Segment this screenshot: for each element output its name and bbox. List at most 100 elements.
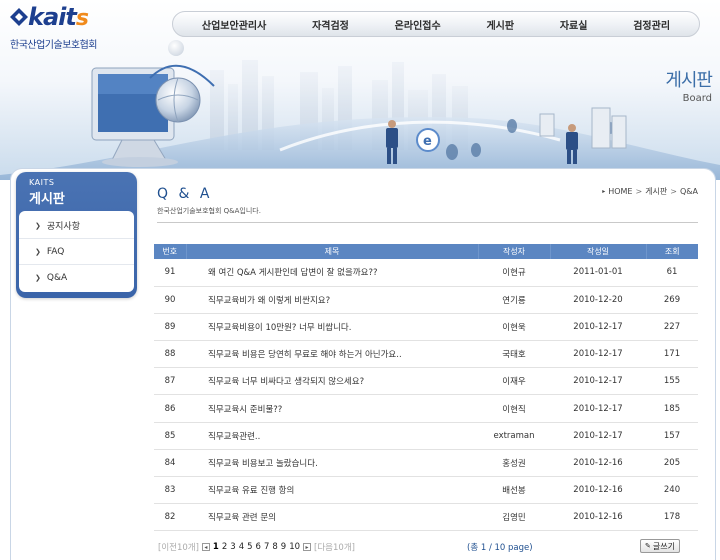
section-title: Q & A: [157, 186, 213, 202]
cell-number: 88: [154, 340, 186, 369]
page-link-7[interactable]: 7: [264, 542, 269, 552]
sidebar-item-label: Q&A: [46, 273, 68, 283]
breadcrumb: ▸ HOME > 게시판 > Q&A: [602, 186, 698, 197]
breadcrumb-home[interactable]: HOME: [608, 187, 632, 196]
cell-author: 국태호: [478, 340, 550, 369]
logo-word: kaits: [28, 3, 89, 31]
site-logo[interactable]: kaits 한국산업기술보호협회: [8, 3, 118, 52]
page-link-2[interactable]: 2: [222, 542, 227, 552]
cell-subject-link[interactable]: 직무교육시 준비물??: [186, 394, 478, 423]
nav-item-online-application[interactable]: 온라인접수: [391, 17, 445, 32]
table-row[interactable]: 86 직무교육시 준비물?? 이현직 2010-12-17 185: [154, 394, 698, 423]
write-button[interactable]: ✎ 글쓰기: [640, 539, 680, 553]
column-header-date: 작성일: [549, 244, 646, 259]
cell-date: 2010-12-16: [550, 503, 646, 532]
cell-date: 2010-12-17: [550, 313, 646, 342]
nav-item-exam-management[interactable]: 검정관리: [629, 17, 674, 32]
page-info: (총 1 / 10 page): [467, 543, 533, 553]
breadcrumb-bullet-icon: ▸: [602, 188, 606, 195]
sidebar-item-notice[interactable]: ❯ 공지사항: [19, 213, 134, 239]
page-link-5[interactable]: 5: [247, 542, 252, 552]
breadcrumb-board[interactable]: 게시판: [645, 186, 667, 197]
nav-item-certification-exam[interactable]: 자격검정: [308, 17, 353, 32]
next-10-link[interactable]: [다음10개]: [314, 541, 355, 553]
breadcrumb-current: Q&A: [679, 187, 698, 196]
main-nav: 산업보안관리사 자격검정 온라인접수 게시판 자료실 검정관리: [172, 11, 700, 37]
cell-hits: 178: [646, 503, 698, 532]
cell-number: 82: [154, 503, 186, 532]
cell-number: 86: [154, 394, 186, 423]
cell-subject-link[interactable]: 직무교육비가 왜 이렇게 비싼지요?: [186, 286, 478, 314]
table-row[interactable]: 82 직무교육 관련 문의 김영민 2010-12-16 178: [154, 503, 698, 532]
table-row[interactable]: 91 왜 여긴 Q&A 게시판인데 답변이 잘 없을까요?? 이현규 2011-…: [154, 259, 698, 287]
cell-hits: 61: [646, 259, 698, 287]
page-link-4[interactable]: 4: [239, 542, 244, 552]
nav-item-security-manager[interactable]: 산업보안관리사: [198, 17, 270, 32]
logo-mark-icon: [10, 8, 28, 26]
section-subtitle: 한국산업기술보호협회 Q&A입니다.: [157, 207, 261, 215]
cell-author: extraman: [478, 422, 550, 450]
column-header-author: 작성자: [477, 244, 550, 259]
page-link-8[interactable]: 8: [272, 542, 277, 552]
svg-text:e: e: [423, 134, 432, 149]
cell-hits: 205: [646, 449, 698, 478]
cell-author: 이재우: [478, 367, 550, 396]
chevron-right-icon: ❯: [35, 274, 41, 282]
cell-subject-link[interactable]: 왜 여긴 Q&A 게시판인데 답변이 잘 없을까요??: [186, 259, 478, 287]
title-divider: [157, 222, 698, 223]
breadcrumb-separator-icon: >: [670, 187, 677, 196]
cell-author: 홍성권: [478, 449, 550, 478]
table-row[interactable]: 90 직무교육비가 왜 이렇게 비싼지요? 연기룡 2010-12-20 269: [154, 286, 698, 314]
cell-subject-link[interactable]: 직무교육 비용보고 놀랐습니다.: [186, 449, 478, 478]
cell-number: 89: [154, 313, 186, 342]
pencil-icon: ✎: [645, 542, 651, 550]
header-banner: e kaits 한국산업기술보호협회 산업보안관리사 자격검정 온라인접수 게시…: [0, 0, 720, 180]
cell-hits: 155: [646, 367, 698, 396]
table-row[interactable]: 87 직무교육 너무 비싸다고 생각되지 않으세요? 이재우 2010-12-1…: [154, 367, 698, 396]
cell-subject-link[interactable]: 직무교육비용이 10만원? 너무 비쌉니다.: [186, 313, 478, 342]
page-link-6[interactable]: 6: [256, 542, 261, 552]
next-page-icon[interactable]: ▸: [303, 543, 312, 551]
cell-date: 2010-12-20: [550, 286, 646, 314]
cell-subject-link[interactable]: 직무교육 유료 진행 항의: [186, 476, 478, 505]
sidebar-item-label: FAQ: [46, 246, 65, 257]
cell-hits: 240: [646, 476, 698, 505]
cell-date: 2011-01-01: [550, 259, 646, 287]
cell-author: 배선봉: [478, 476, 550, 505]
cell-subject-link[interactable]: 직무교육 비용은 당연히 무료로 해야 하는거 아닌가요..: [186, 340, 478, 369]
write-button-label: 글쓰기: [652, 541, 675, 551]
cell-hits: 269: [646, 286, 698, 314]
table-header-row: 번호 제목 작성자 작성일 조회: [154, 244, 698, 259]
cell-number: 87: [154, 367, 186, 396]
sidebar-item-qna[interactable]: ❯ Q&A: [19, 265, 134, 291]
nav-item-resources[interactable]: 자료실: [556, 17, 592, 32]
cell-number: 90: [154, 286, 186, 314]
cell-date: 2010-12-16: [550, 449, 646, 478]
sidebar-item-label: 공지사항: [46, 222, 80, 232]
page-link-1[interactable]: 1: [213, 542, 219, 552]
page-title: 게시판: [665, 70, 713, 91]
sidebar-item-faq[interactable]: ❯ FAQ: [19, 239, 134, 265]
prev-10-link[interactable]: [이전10개]: [158, 541, 199, 553]
cell-hits: 185: [646, 394, 698, 423]
sidebar-header: KAITS 게시판: [19, 175, 134, 211]
page-link-3[interactable]: 3: [230, 542, 235, 552]
nav-decoration-ball: [168, 40, 184, 56]
nav-item-board[interactable]: 게시판: [482, 17, 518, 32]
prev-page-icon[interactable]: ◂: [201, 543, 210, 551]
cell-subject-link[interactable]: 직무교육 너무 비싸다고 생각되지 않으세요?: [186, 367, 478, 396]
table-row[interactable]: 85 직무교육관련.. extraman 2010-12-17 157: [154, 422, 698, 450]
cell-subject-link[interactable]: 직무교육 관련 문의: [186, 503, 478, 532]
page-link-9[interactable]: 9: [281, 542, 286, 552]
cell-subject-link[interactable]: 직무교육관련..: [186, 422, 478, 450]
table-row[interactable]: 89 직무교육비용이 10만원? 너무 비쌉니다. 이현욱 2010-12-17…: [154, 313, 698, 342]
table-row[interactable]: 88 직무교육 비용은 당연히 무료로 해야 하는거 아닌가요.. 국태호 20…: [154, 340, 698, 369]
cell-date: 2010-12-16: [550, 476, 646, 505]
page-link-10[interactable]: 10: [289, 542, 300, 552]
logo-word-text: kait: [28, 3, 77, 31]
sidebar: KAITS 게시판 ❯ 공지사항 ❯ FAQ ❯ Q&A: [16, 172, 137, 298]
table-row[interactable]: 83 직무교육 유료 진행 항의 배선봉 2010-12-16 240: [154, 476, 698, 505]
table-row[interactable]: 84 직무교육 비용보고 놀랐습니다. 홍성권 2010-12-16 205: [154, 449, 698, 478]
cell-author: 이현직: [478, 394, 550, 423]
column-header-number: 번호: [154, 244, 186, 259]
